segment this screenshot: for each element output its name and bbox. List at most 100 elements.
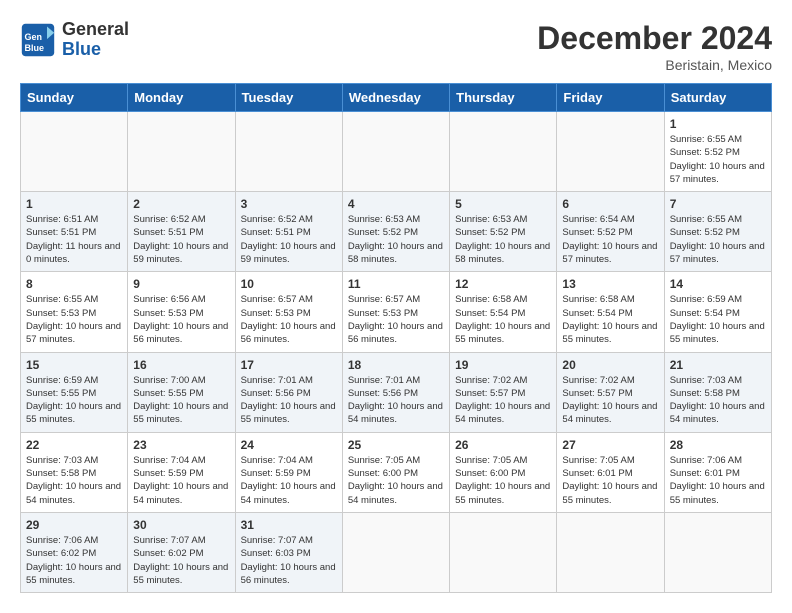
day-number: 13 [562, 277, 658, 291]
calendar-cell [342, 112, 449, 192]
sunset-text: Sunset: 5:55 PM [133, 387, 229, 400]
calendar-cell [342, 512, 449, 592]
sunset-text: Sunset: 5:51 PM [133, 226, 229, 239]
day-info: Sunrise: 6:55 AMSunset: 5:53 PMDaylight:… [26, 293, 122, 346]
day-info: Sunrise: 6:51 AMSunset: 5:51 PMDaylight:… [26, 213, 122, 266]
calendar-cell: 18Sunrise: 7:01 AMSunset: 5:56 PMDayligh… [342, 352, 449, 432]
sunrise-text: Sunrise: 6:56 AM [133, 293, 229, 306]
sunrise-text: Sunrise: 6:55 AM [670, 213, 766, 226]
logo-icon: Gen Blue [20, 22, 56, 58]
daylight-text: Daylight: 10 hours and 57 minutes. [562, 240, 658, 267]
calendar-cell: 8Sunrise: 6:55 AMSunset: 5:53 PMDaylight… [21, 272, 128, 352]
sunset-text: Sunset: 6:02 PM [26, 547, 122, 560]
calendar-cell: 31 Sunrise: 7:07 AMSunset: 6:03 PMDayligh… [235, 512, 342, 592]
day-number: 30 [133, 518, 229, 532]
calendar-cell: 15Sunrise: 6:59 AMSunset: 5:55 PMDayligh… [21, 352, 128, 432]
daylight-text: Daylight: 10 hours and 55 minutes. [133, 400, 229, 427]
sunset-text: Sunset: 5:56 PM [241, 387, 337, 400]
daylight-text: Daylight: 10 hours and 55 minutes. [670, 480, 766, 507]
calendar-cell [450, 512, 557, 592]
calendar-week-4: 15Sunrise: 6:59 AMSunset: 5:55 PMDayligh… [21, 352, 772, 432]
sunrise-text: Sunrise: 6:55 AM [26, 293, 122, 306]
day-number: 28 [670, 438, 766, 452]
daylight-text: Daylight: 10 hours and 54 minutes. [26, 480, 122, 507]
calendar-cell: 27Sunrise: 7:05 AMSunset: 6:01 PMDayligh… [557, 432, 664, 512]
day-number: 5 [455, 197, 551, 211]
sunrise-text: Sunrise: 6:58 AM [562, 293, 658, 306]
col-sunday: Sunday [21, 84, 128, 112]
calendar-cell: 7Sunrise: 6:55 AMSunset: 5:52 PMDaylight… [664, 192, 771, 272]
calendar-cell [450, 112, 557, 192]
day-number: 16 [133, 358, 229, 372]
sunrise-text: Sunrise: 7:01 AM [348, 374, 444, 387]
sunrise-text: Sunrise: 7:02 AM [455, 374, 551, 387]
day-number: 15 [26, 358, 122, 372]
day-number: 1 [26, 197, 122, 211]
day-info: Sunrise: 6:58 AMSunset: 5:54 PMDaylight:… [562, 293, 658, 346]
day-number: 10 [241, 277, 337, 291]
sunset-text: Sunset: 6:00 PM [348, 467, 444, 480]
day-info: Sunrise: 6:57 AMSunset: 5:53 PMDaylight:… [348, 293, 444, 346]
day-number: 24 [241, 438, 337, 452]
day-number: 31 [241, 518, 337, 532]
day-info: Sunrise: 6:55 AMSunset: 5:52 PMDaylight:… [670, 133, 766, 186]
sunset-text: Sunset: 5:51 PM [241, 226, 337, 239]
calendar-cell: 20Sunrise: 7:02 AMSunset: 5:57 PMDayligh… [557, 352, 664, 432]
sunrise-text: Sunrise: 6:54 AM [562, 213, 658, 226]
calendar-cell [128, 112, 235, 192]
day-info: Sunrise: 7:01 AMSunset: 5:56 PMDaylight:… [348, 374, 444, 427]
col-saturday: Saturday [664, 84, 771, 112]
daylight-text: Daylight: 10 hours and 58 minutes. [455, 240, 551, 267]
calendar-cell: 29Sunrise: 7:06 AMSunset: 6:02 PMDayligh… [21, 512, 128, 592]
month-title: December 2024 [537, 20, 772, 57]
calendar-cell: 17Sunrise: 7:01 AMSunset: 5:56 PMDayligh… [235, 352, 342, 432]
calendar-cell: 6 Sunrise: 6:54 AMSunset: 5:52 PMDaylight… [557, 192, 664, 272]
sunset-text: Sunset: 5:53 PM [241, 307, 337, 320]
day-info: Sunrise: 7:03 AMSunset: 5:58 PMDaylight:… [26, 454, 122, 507]
daylight-text: Daylight: 10 hours and 55 minutes. [455, 480, 551, 507]
page-header: Gen Blue General Blue December 2024 Beri… [20, 20, 772, 73]
day-number: 25 [348, 438, 444, 452]
day-info: Sunrise: 7:07 AMSunset: 6:03 PMDaylight:… [241, 534, 337, 587]
day-number: 12 [455, 277, 551, 291]
sunset-text: Sunset: 5:57 PM [455, 387, 551, 400]
day-number: 6 [562, 197, 658, 211]
sunset-text: Sunset: 5:59 PM [133, 467, 229, 480]
daylight-text: Daylight: 10 hours and 55 minutes. [26, 561, 122, 588]
calendar-header: Sunday Monday Tuesday Wednesday Thursday… [21, 84, 772, 112]
sunrise-text: Sunrise: 7:01 AM [241, 374, 337, 387]
day-info: Sunrise: 6:53 AMSunset: 5:52 PMDaylight:… [455, 213, 551, 266]
svg-text:Gen: Gen [25, 32, 43, 42]
sunset-text: Sunset: 5:52 PM [455, 226, 551, 239]
day-info: Sunrise: 7:05 AMSunset: 6:00 PMDaylight:… [455, 454, 551, 507]
calendar-week-3: 8Sunrise: 6:55 AMSunset: 5:53 PMDaylight… [21, 272, 772, 352]
calendar-cell: 26Sunrise: 7:05 AMSunset: 6:00 PMDayligh… [450, 432, 557, 512]
day-info: Sunrise: 6:56 AMSunset: 5:53 PMDaylight:… [133, 293, 229, 346]
sunrise-text: Sunrise: 7:07 AM [133, 534, 229, 547]
daylight-text: Daylight: 10 hours and 54 minutes. [348, 480, 444, 507]
calendar-cell: 12Sunrise: 6:58 AMSunset: 5:54 PMDayligh… [450, 272, 557, 352]
day-info: Sunrise: 7:05 AMSunset: 6:00 PMDaylight:… [348, 454, 444, 507]
calendar-cell: 28Sunrise: 7:06 AMSunset: 6:01 PMDayligh… [664, 432, 771, 512]
daylight-text: Daylight: 10 hours and 54 minutes. [670, 400, 766, 427]
day-number: 29 [26, 518, 122, 532]
day-number: 27 [562, 438, 658, 452]
calendar-cell: 16Sunrise: 7:00 AMSunset: 5:55 PMDayligh… [128, 352, 235, 432]
calendar-cell [235, 112, 342, 192]
calendar-cell: 9Sunrise: 6:56 AMSunset: 5:53 PMDaylight… [128, 272, 235, 352]
daylight-text: Daylight: 10 hours and 58 minutes. [348, 240, 444, 267]
sunrise-text: Sunrise: 6:53 AM [455, 213, 551, 226]
sunrise-text: Sunrise: 6:51 AM [26, 213, 122, 226]
daylight-text: Daylight: 10 hours and 57 minutes. [26, 320, 122, 347]
day-info: Sunrise: 6:52 AMSunset: 5:51 PMDaylight:… [133, 213, 229, 266]
calendar-cell [557, 112, 664, 192]
calendar-cell: 21Sunrise: 7:03 AMSunset: 5:58 PMDayligh… [664, 352, 771, 432]
sunset-text: Sunset: 6:03 PM [241, 547, 337, 560]
sunset-text: Sunset: 5:58 PM [26, 467, 122, 480]
sunset-text: Sunset: 5:53 PM [26, 307, 122, 320]
sunset-text: Sunset: 5:57 PM [562, 387, 658, 400]
calendar-week-2: 1Sunrise: 6:51 AMSunset: 5:51 PMDaylight… [21, 192, 772, 272]
day-info: Sunrise: 6:54 AMSunset: 5:52 PMDaylight:… [562, 213, 658, 266]
day-info: Sunrise: 7:02 AMSunset: 5:57 PMDaylight:… [455, 374, 551, 427]
day-info: Sunrise: 7:07 AMSunset: 6:02 PMDaylight:… [133, 534, 229, 587]
